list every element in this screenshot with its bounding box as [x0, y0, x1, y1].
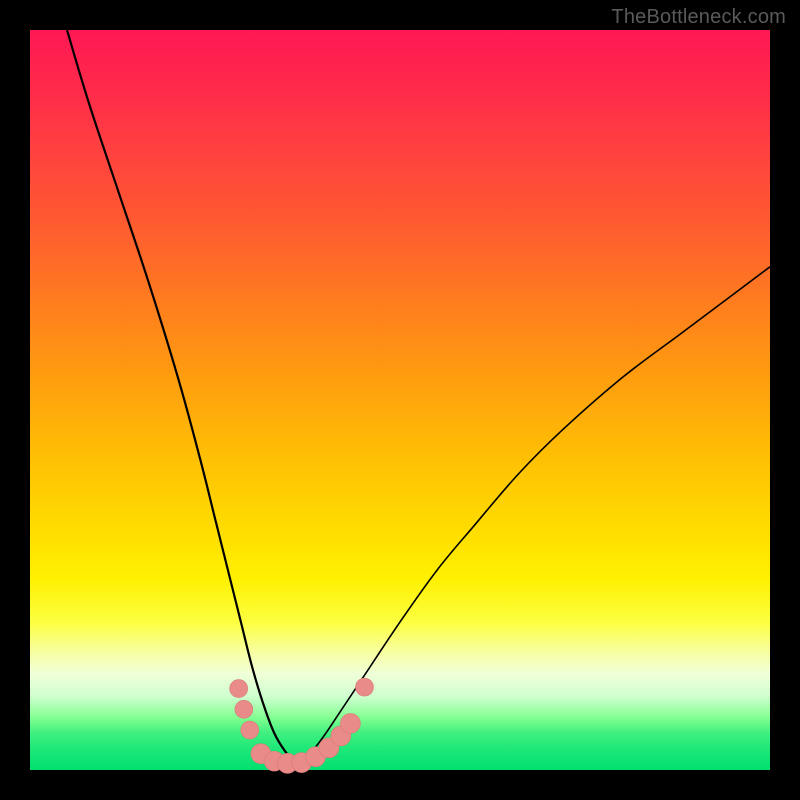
curve-marker: [340, 713, 360, 733]
curve-left: [67, 30, 296, 764]
chart-svg: [30, 30, 770, 770]
curve-marker: [235, 700, 253, 718]
curve-marker: [241, 721, 259, 739]
watermark-text: TheBottleneck.com: [611, 6, 786, 29]
curve-markers: [230, 678, 374, 773]
plot-area: [30, 30, 770, 770]
curve-marker: [355, 678, 373, 696]
curve-marker: [230, 680, 248, 698]
